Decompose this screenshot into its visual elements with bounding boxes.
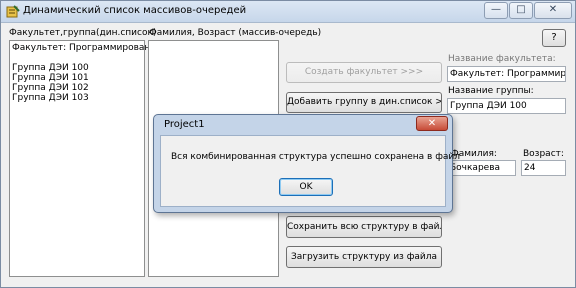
load-structure-button[interactable]: Загрузить структуру из файла [286,246,442,268]
list-item[interactable]: Группа ДЭИ 100 [10,63,144,73]
title-bar[interactable]: Динамический список массивов-очередей — … [1,1,575,23]
message-dialog: Project1 ✕ Вся комбинированная структура… [153,114,460,213]
maximize-button[interactable]: □ [509,2,533,19]
dialog-message: Вся комбинированная структура успешно со… [171,152,461,162]
list-item[interactable]: Факультет: Программирование [10,43,162,53]
group-name-label: Название группы: [448,86,534,96]
dialog-ok-button[interactable]: OK [279,178,333,196]
surname-field[interactable]: Бочкарева [447,160,516,176]
add-group-button[interactable]: Добавить группу в дин.список >>> [286,92,442,113]
faculty-group-listbox[interactable]: Факультет: Программирование Группа ДЭИ 10… [9,40,162,277]
create-faculty-button[interactable]: Создать факультет >>> [286,62,442,83]
list-item[interactable]: Группа ДЭИ 103 [10,93,144,103]
group-name-field[interactable]: Группа ДЭИ 100 [447,98,566,114]
dialog-close-button[interactable]: ✕ [416,116,448,131]
close-button[interactable]: ✕ [534,2,572,19]
dialog-title: Project1 [164,119,205,130]
age-field[interactable]: 24 [521,160,566,176]
save-structure-button[interactable]: Сохранить всю структуру в файл [286,216,442,238]
minimize-button[interactable]: — [484,2,508,19]
list-item[interactable]: Группа ДЭИ 101 [10,73,144,83]
faculty-name-field[interactable]: Факультет: Программирова [447,66,566,82]
age-label: Возраст: [523,149,564,159]
faculty-group-list-label: Факультет,группа(дин.список) [9,28,157,38]
surname-age-list-label: Фамилия, Возраст (массив-очередь) [149,28,322,38]
list-item[interactable]: Группа ДЭИ 102 [10,83,144,93]
faculty-name-label: Название факультета: [448,54,556,64]
window-title: Динамический список массивов-очередей [23,5,247,16]
help-button[interactable]: ? [542,29,566,47]
app-icon [6,5,20,18]
list-item[interactable] [10,53,144,63]
dialog-body: Вся комбинированная структура успешно со… [160,135,460,207]
